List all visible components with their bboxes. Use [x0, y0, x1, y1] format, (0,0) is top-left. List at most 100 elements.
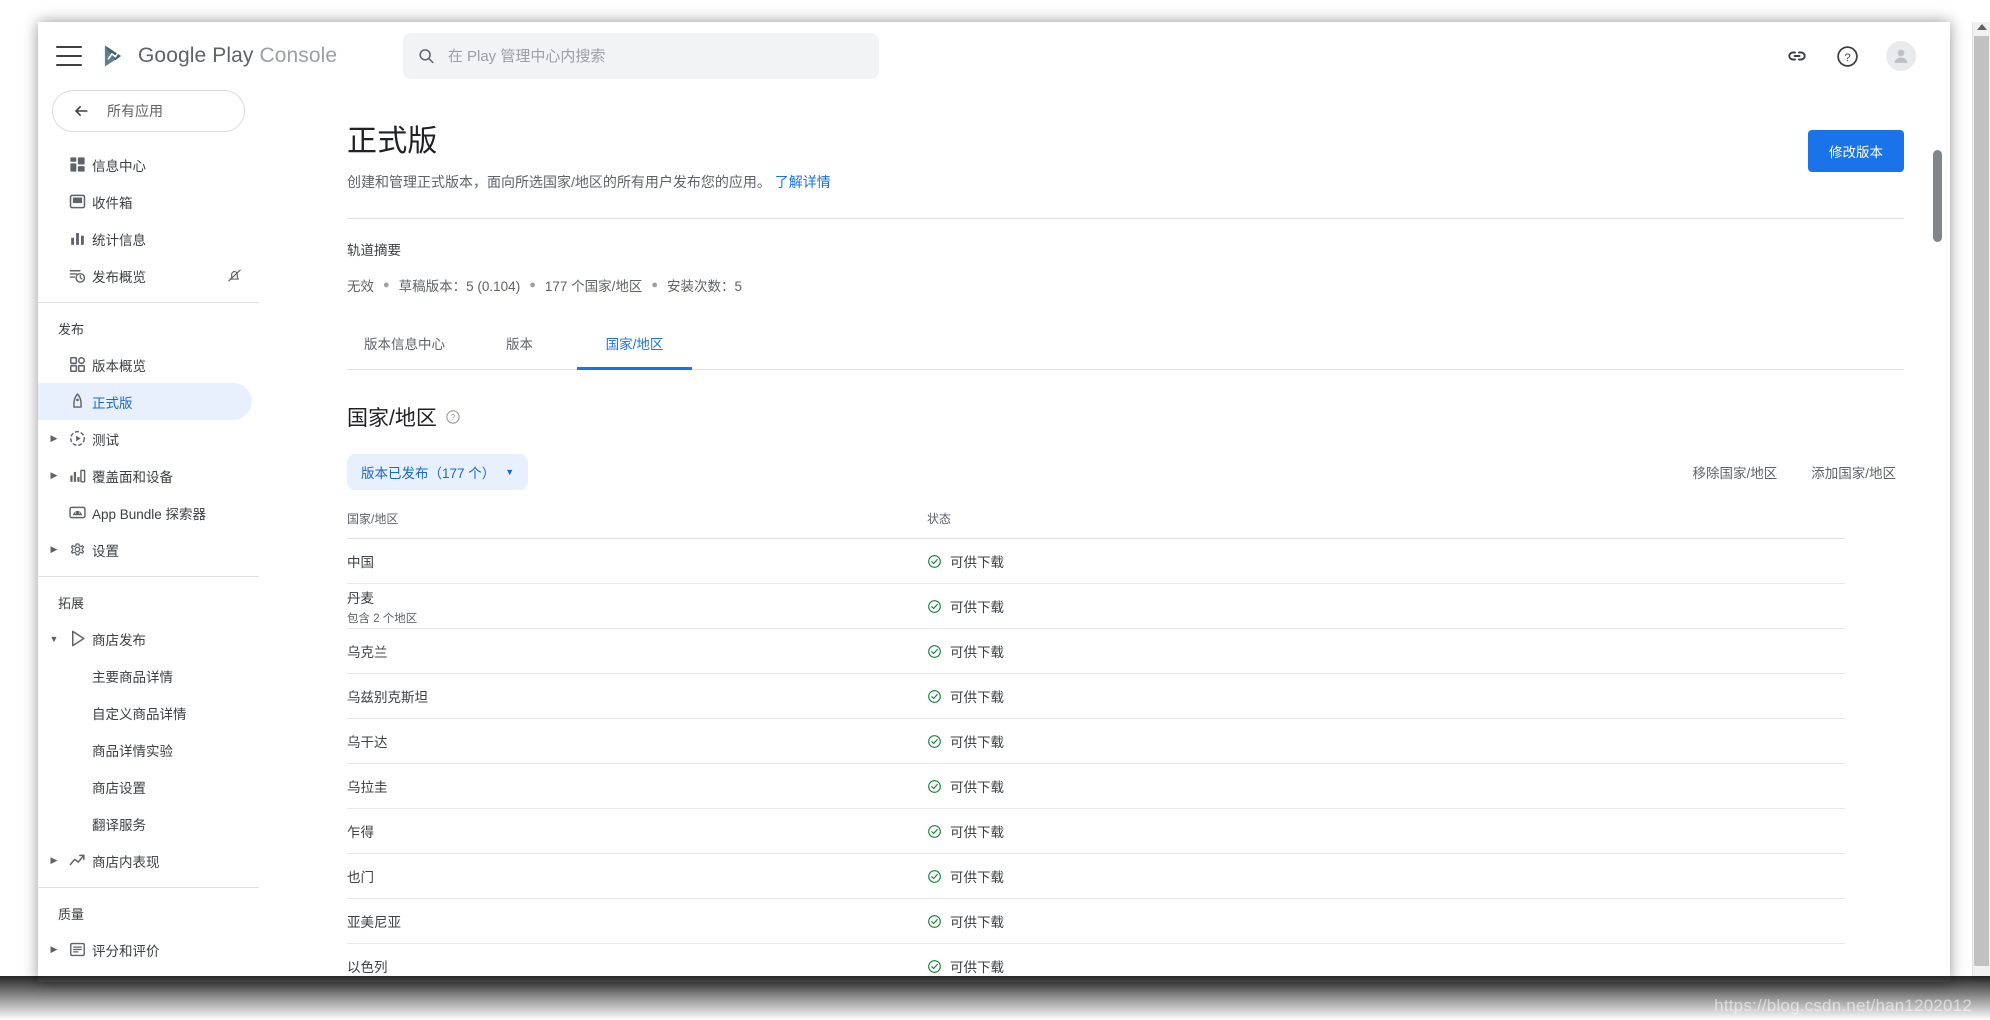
- status-label: 可供下载: [950, 870, 1004, 885]
- sidebar-section-title: 拓展: [58, 596, 85, 611]
- chevron-right-icon[interactable]: ▶: [46, 855, 62, 866]
- check-circle-icon: [928, 644, 941, 658]
- table-row[interactable]: 乌拉圭 可供下载: [347, 764, 1845, 809]
- screenshot-root: Google Play Console 在 Play 管理中心内搜索 ? 所有应…: [0, 0, 1990, 1020]
- section-title: 国家/地区: [347, 407, 437, 430]
- table-row[interactable]: 乌克兰 可供下载: [347, 629, 1845, 674]
- cell-status: 可供下载: [927, 866, 1327, 886]
- sidebar-item-release-summary[interactable]: 版本概览: [38, 346, 259, 383]
- browser-scrollbar-thumb[interactable]: [1974, 36, 1989, 966]
- page-subtitle: 创建和管理正式版本，面向所选国家/地区的所有用户发布您的应用。 了解详情: [347, 172, 1904, 192]
- cell-country: 乌干达: [347, 731, 927, 751]
- sidebar-item-label: 统计信息: [92, 232, 146, 248]
- production-icon: [62, 392, 92, 411]
- table-row[interactable]: 中国 可供下载: [347, 539, 1845, 584]
- tab-release-dashboard[interactable]: 版本信息中心: [347, 321, 462, 369]
- tab-releases[interactable]: 版本: [462, 321, 577, 369]
- add-countries-button[interactable]: 添加国家/地区: [1811, 462, 1896, 482]
- table-row[interactable]: 乌干达 可供下载: [347, 719, 1845, 764]
- sidebar-item-custom-store-listing[interactable]: 自定义商品详情: [38, 694, 259, 731]
- sidebar-item-label: 设置: [92, 543, 119, 559]
- table-row[interactable]: 以色列 可供下载: [347, 944, 1845, 982]
- sidebar-group-grow: 拓展 ▼ 商店发布 主要商品详情 自定义商品详情 商品详情实验 商店设置 翻译服…: [38, 577, 259, 879]
- sidebar-item-label: 翻译服务: [92, 817, 146, 833]
- help-circle-icon[interactable]: ?: [445, 409, 461, 425]
- content-scrollbar-track[interactable]: [1933, 90, 1942, 982]
- cell-status: 可供下载: [927, 551, 1327, 571]
- table-row[interactable]: 亚美尼亚 可供下载: [347, 899, 1845, 944]
- learn-more-link[interactable]: 了解详情: [775, 174, 831, 190]
- column-header-status: 状态: [927, 512, 952, 526]
- reviews-icon: [62, 940, 92, 959]
- sidebar-item-label: 发布概览: [92, 269, 146, 285]
- table-row[interactable]: 也门 可供下载: [347, 854, 1845, 899]
- sidebar-item-reach-devices[interactable]: ▶ 覆盖面和设备: [38, 457, 259, 494]
- sidebar-item-translation-service[interactable]: 翻译服务: [38, 805, 259, 842]
- chevron-right-icon[interactable]: ▶: [46, 544, 62, 555]
- section-title-row: 国家/地区 ?: [347, 402, 1904, 432]
- sidebar-item-store-presence[interactable]: ▼ 商店发布: [38, 620, 259, 657]
- release-published-filter-chip[interactable]: 版本已发布（177 个） ▼: [347, 454, 529, 490]
- table-row[interactable]: 乍得 可供下载: [347, 809, 1845, 854]
- dashboard-icon: [62, 155, 92, 174]
- column-header-country: 国家/地区: [347, 512, 399, 526]
- sidebar-item-dashboard[interactable]: 信息中心: [38, 146, 259, 183]
- search-bar[interactable]: [403, 33, 880, 79]
- notifications-off-icon[interactable]: [226, 267, 259, 284]
- cell-country: 以色列: [347, 956, 927, 976]
- sidebar-group-quality: 质量 ▶ 评分和评价: [38, 888, 259, 968]
- sidebar-item-inbox[interactable]: 收件箱: [38, 183, 259, 220]
- sidebar-item-testing[interactable]: ▶ 测试: [38, 420, 259, 457]
- app-bundle-icon: [62, 503, 92, 522]
- sidebar-item-production[interactable]: 正式版: [38, 383, 252, 420]
- content-padding: 修改版本 正式版 创建和管理正式版本，面向所选国家/地区的所有用户发布您的应用。…: [259, 90, 1950, 982]
- track-summary-meta: 无效 ● 草稿版本：5 (0.104) ● 177 个国家/地区 ● 安装次数：…: [347, 275, 1904, 295]
- sidebar-item-app-bundle-explorer[interactable]: App Bundle 探索器: [38, 494, 259, 531]
- sidebar-item-ratings-reviews[interactable]: ▶ 评分和评价: [38, 931, 259, 968]
- svg-text:?: ?: [1844, 52, 1850, 64]
- content-scrollbar-thumb[interactable]: [1933, 150, 1942, 242]
- statistics-icon: [62, 229, 92, 248]
- browser-scrollbar[interactable]: [1972, 22, 1990, 982]
- hamburger-icon[interactable]: [56, 46, 82, 66]
- google-play-icon: [104, 45, 121, 67]
- table-row[interactable]: 乌兹别克斯坦 可供下载: [347, 674, 1845, 719]
- track-meta-countries: 177 个国家/地区: [544, 279, 643, 294]
- brand-logo-group[interactable]: Google Play Console: [100, 42, 337, 70]
- table-row[interactable]: 丹麦 包含 2 个地区 可供下载: [347, 584, 1845, 629]
- link-icon[interactable]: [1785, 44, 1809, 68]
- chevron-right-icon[interactable]: ▶: [46, 944, 62, 955]
- check-circle-icon: [928, 689, 941, 703]
- all-apps-label: 所有应用: [107, 103, 163, 119]
- sidebar-item-store-listing-experiments[interactable]: 商品详情实验: [38, 731, 259, 768]
- arrow-left-icon: [75, 106, 88, 116]
- scroll-up-arrow-icon[interactable]: [1976, 24, 1987, 30]
- chevron-right-icon[interactable]: ▶: [46, 433, 62, 444]
- chevron-down-icon[interactable]: ▼: [46, 634, 62, 644]
- sidebar-item-store-settings[interactable]: 商店设置: [38, 768, 259, 805]
- sidebar-item-release-overview[interactable]: 发布概览: [38, 257, 259, 294]
- release-overview-icon: [62, 266, 92, 285]
- cell-country: 乌克兰: [347, 641, 927, 661]
- search-input[interactable]: [447, 47, 866, 65]
- country-name: 亚美尼亚: [347, 915, 401, 930]
- account-avatar[interactable]: [1886, 41, 1916, 71]
- edit-release-button[interactable]: 修改版本: [1808, 130, 1904, 172]
- help-icon[interactable]: ?: [1835, 44, 1860, 69]
- track-meta-installs: 安装次数：5: [667, 279, 743, 294]
- sidebar-item-settings[interactable]: ▶ 设置: [38, 531, 259, 568]
- sidebar-item-main-store-listing[interactable]: 主要商品详情: [38, 657, 259, 694]
- countries-table: 国家/地区 状态 中国 可供下载 丹麦 包含 2 个地区 可供下载 乌克兰 可供下载 乌兹别克…: [347, 510, 1845, 982]
- sidebar-item-label: 商品详情实验: [92, 743, 173, 759]
- country-name: 也门: [347, 870, 374, 885]
- chevron-right-icon[interactable]: ▶: [46, 470, 62, 481]
- all-apps-button[interactable]: 所有应用: [52, 90, 245, 132]
- cell-status: 可供下载: [927, 956, 1327, 976]
- tab-countries-regions[interactable]: 国家/地区: [577, 321, 692, 370]
- cell-country: 也门: [347, 866, 927, 886]
- sidebar-item-statistics[interactable]: 统计信息: [38, 220, 259, 257]
- country-name: 中国: [347, 555, 374, 570]
- remove-countries-button[interactable]: 移除国家/地区: [1692, 462, 1777, 482]
- sidebar-item-store-performance[interactable]: ▶ 商店内表现: [38, 842, 259, 879]
- sidebar-item-label: 版本概览: [92, 358, 146, 374]
